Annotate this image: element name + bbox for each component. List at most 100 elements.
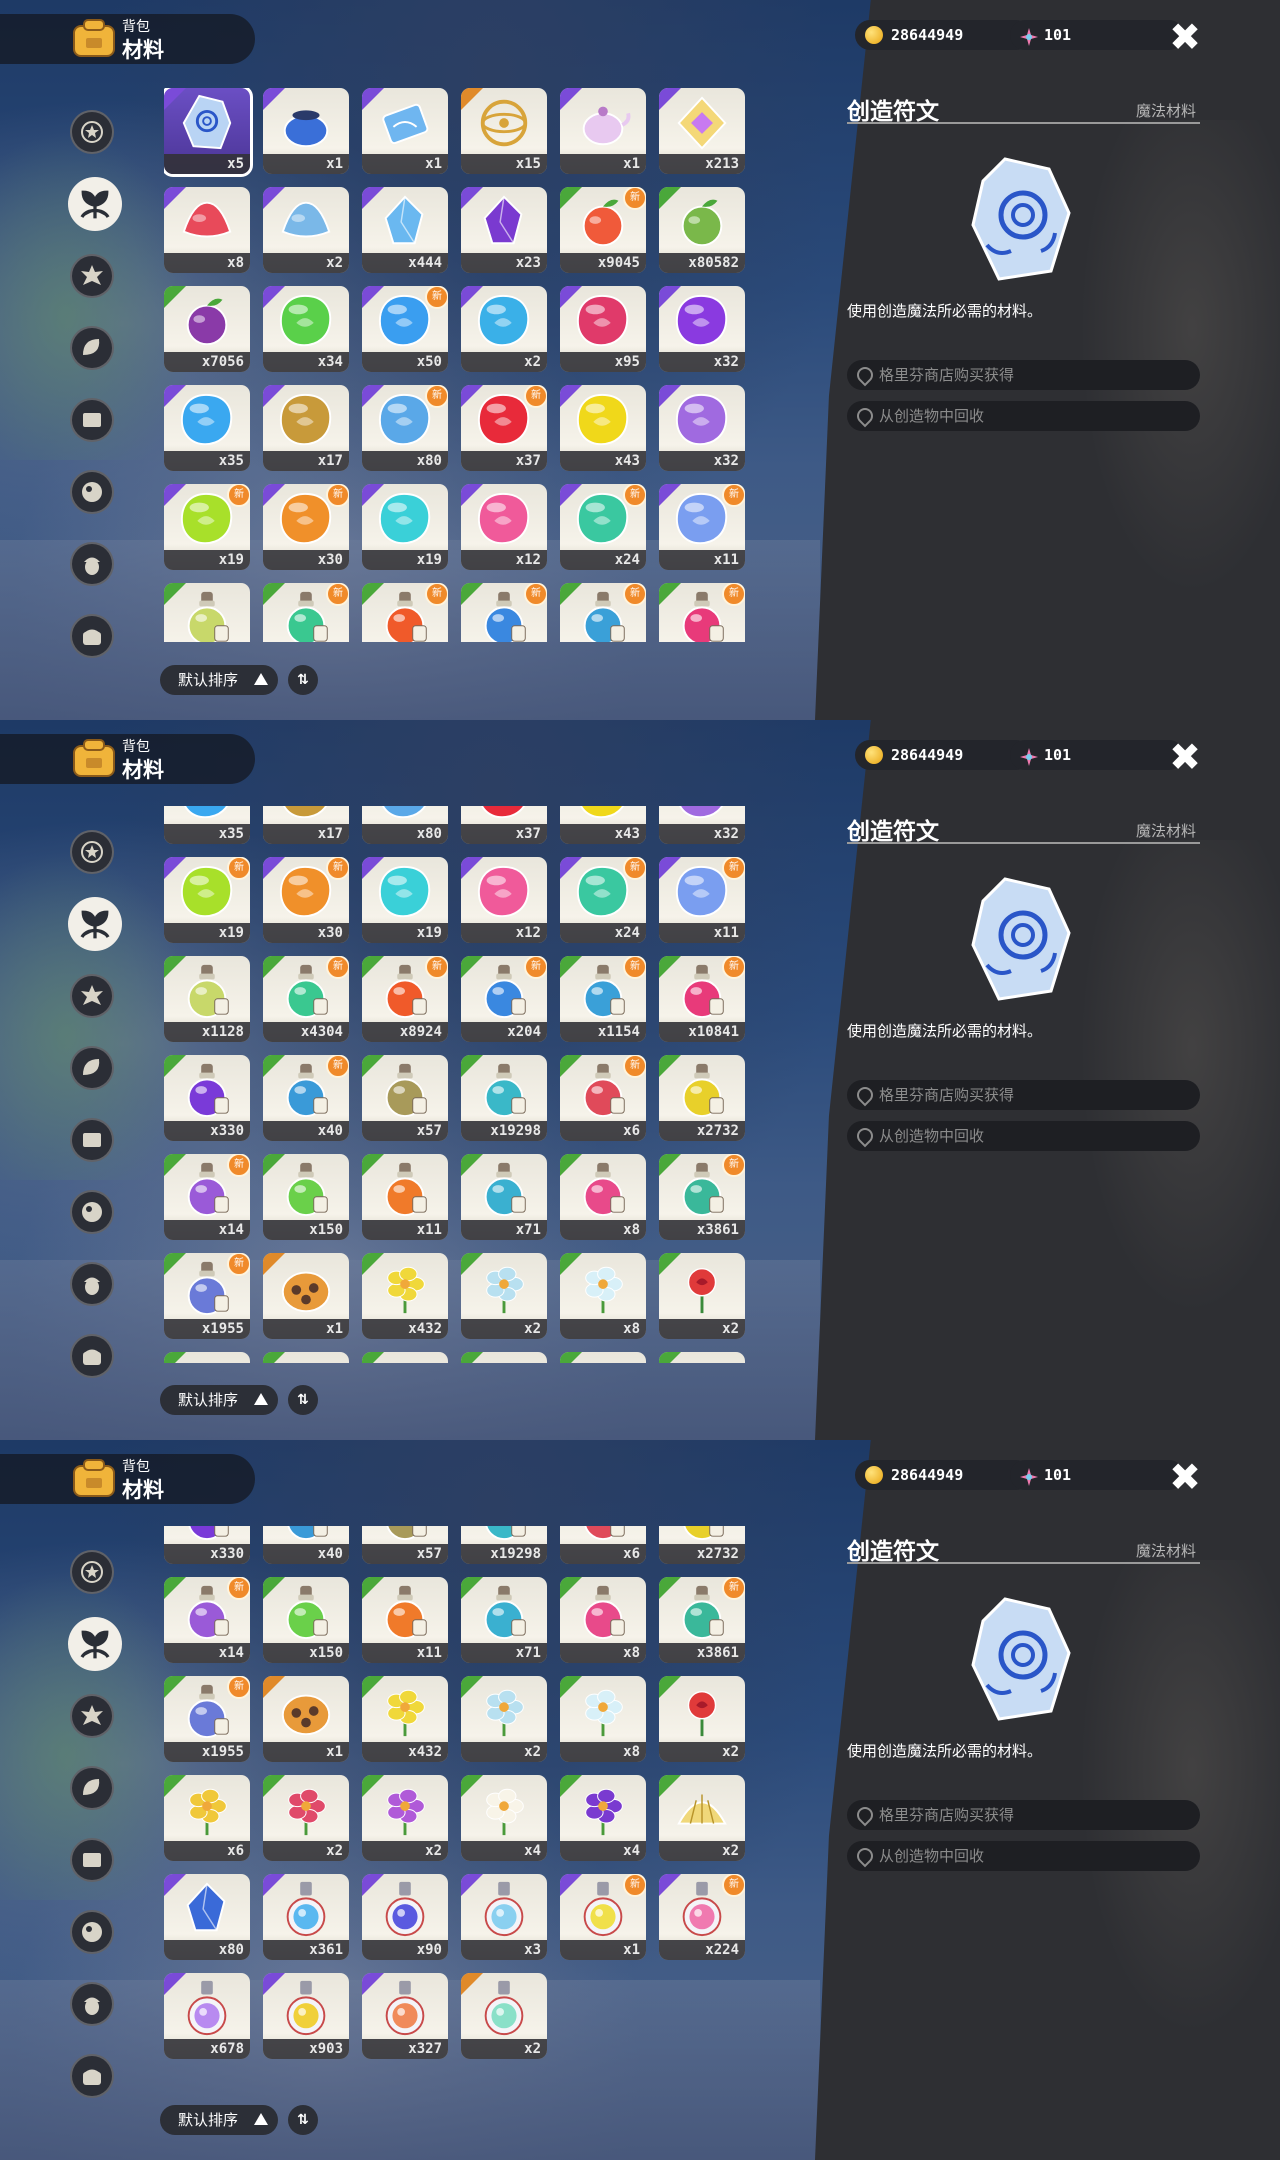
item-slot[interactable]: x15	[461, 88, 547, 174]
item-slot[interactable]: x2	[461, 286, 547, 372]
item-slot[interactable]: x150	[263, 1577, 349, 1663]
item-slot[interactable]: x11	[362, 1154, 448, 1240]
item-slot[interactable]: x4304新	[263, 956, 349, 1042]
item-slot[interactable]: x1	[362, 88, 448, 174]
item-slot[interactable]: x35	[164, 385, 250, 471]
category-seed[interactable]	[70, 326, 114, 370]
item-slot[interactable]: x80	[164, 1874, 250, 1960]
category-scroll[interactable]	[70, 1118, 114, 1162]
item-slot[interactable]: x50 新	[362, 286, 448, 372]
item-slot[interactable]: x6 新	[560, 1055, 646, 1141]
item-slot[interactable]: x5	[164, 88, 253, 177]
item-slot[interactable]: x4	[461, 1352, 547, 1363]
item-slot[interactable]: x2	[659, 1775, 745, 1861]
item-slot[interactable]: x2	[461, 1253, 547, 1339]
item-slot[interactable]: x2	[362, 1775, 448, 1861]
category-leaf[interactable]	[68, 897, 122, 951]
item-slot[interactable]: x23	[461, 187, 547, 273]
item-slot[interactable]: x71	[461, 1154, 547, 1240]
item-slot[interactable]: x6	[164, 1352, 250, 1363]
item-slot[interactable]: x40新	[263, 1526, 349, 1564]
item-slot[interactable]: x32	[659, 385, 745, 471]
item-slot[interactable]: x1154新	[560, 583, 646, 642]
sort-order-toggle[interactable]: ⇅	[288, 665, 318, 695]
item-slot[interactable]: x361	[263, 1874, 349, 1960]
category-orb[interactable]	[70, 470, 114, 514]
item-slot[interactable]: x30 新	[263, 857, 349, 943]
item-slot[interactable]: x330	[164, 1055, 250, 1141]
item-slot[interactable]: x1	[263, 88, 349, 174]
item-slot[interactable]: x330	[164, 1526, 250, 1564]
item-slot[interactable]: x2732	[659, 1055, 745, 1141]
item-slot[interactable]: x1	[560, 88, 646, 174]
item-slot[interactable]: x2	[659, 1253, 745, 1339]
item-slot[interactable]: x14 新	[164, 1154, 250, 1240]
item-slot[interactable]: x71	[461, 1577, 547, 1663]
item-slot[interactable]: x1	[263, 1676, 349, 1762]
item-slot[interactable]: x213	[659, 88, 745, 174]
item-slot[interactable]: x6	[164, 1775, 250, 1861]
item-slot[interactable]: x8	[164, 187, 250, 273]
item-slot[interactable]: x32	[659, 806, 745, 844]
category-star-badge[interactable]	[70, 1550, 114, 1594]
item-slot[interactable]: x80582	[659, 187, 745, 273]
item-slot[interactable]: x35	[164, 806, 250, 844]
item-slot[interactable]: x1955 新	[164, 1676, 250, 1762]
item-slot[interactable]: x2732	[659, 1526, 745, 1564]
item-slot[interactable]: x3861 新	[659, 1577, 745, 1663]
item-slot[interactable]: x10841 新	[659, 956, 745, 1042]
sort-dropdown[interactable]: 默认排序	[160, 665, 278, 695]
source-entry[interactable]: 从创造物中回收	[847, 401, 1200, 431]
item-slot[interactable]: x95	[560, 286, 646, 372]
item-slot[interactable]: x1154新	[560, 956, 646, 1042]
category-chest[interactable]	[70, 2054, 114, 2098]
category-star-badge[interactable]	[70, 830, 114, 874]
item-slot[interactable]: x4304新	[263, 583, 349, 642]
close-button[interactable]: ✖	[1168, 738, 1202, 776]
item-slot[interactable]: x444	[362, 187, 448, 273]
item-slot[interactable]: x17	[263, 806, 349, 844]
close-button[interactable]: ✖	[1168, 1458, 1202, 1496]
item-slot[interactable]: x8	[560, 1676, 646, 1762]
category-orb[interactable]	[70, 1910, 114, 1954]
item-slot[interactable]: x11 新	[659, 857, 745, 943]
item-slot[interactable]: x1128	[164, 956, 250, 1042]
sort-dropdown[interactable]: 默认排序	[160, 2105, 278, 2135]
close-button[interactable]: ✖	[1168, 18, 1202, 56]
item-slot[interactable]: x8	[560, 1577, 646, 1663]
category-spiky-gem[interactable]	[70, 254, 114, 298]
item-slot[interactable]: x2	[263, 1352, 349, 1363]
category-scroll[interactable]	[70, 398, 114, 442]
item-slot[interactable]: x3	[461, 1874, 547, 1960]
item-slot[interactable]: x4	[560, 1775, 646, 1861]
item-slot[interactable]: x2	[461, 1676, 547, 1762]
item-slot[interactable]: x43	[560, 806, 646, 844]
source-entry[interactable]: 格里芬商店购买获得	[847, 1080, 1200, 1110]
item-slot[interactable]: x2	[362, 1352, 448, 1363]
item-slot[interactable]: x24 新	[560, 857, 646, 943]
item-slot[interactable]: x12	[461, 857, 547, 943]
item-slot[interactable]: x1128	[164, 583, 250, 642]
item-slot[interactable]: x432	[362, 1253, 448, 1339]
item-slot[interactable]: x2	[263, 1775, 349, 1861]
item-slot[interactable]: x204 新	[461, 956, 547, 1042]
item-slot[interactable]: x90	[362, 1874, 448, 1960]
category-acorn[interactable]	[70, 1262, 114, 1306]
item-slot[interactable]: x1955 新	[164, 1253, 250, 1339]
item-slot[interactable]: x903	[263, 1973, 349, 2059]
item-slot[interactable]: x2	[263, 187, 349, 273]
item-slot[interactable]: x4	[461, 1775, 547, 1861]
item-slot[interactable]: x17	[263, 385, 349, 471]
category-chest[interactable]	[70, 1334, 114, 1378]
category-acorn[interactable]	[70, 542, 114, 586]
item-slot[interactable]: x327	[362, 1973, 448, 2059]
item-slot[interactable]: x8924新	[362, 956, 448, 1042]
item-slot[interactable]: x1	[263, 1253, 349, 1339]
item-slot[interactable]: x8	[560, 1154, 646, 1240]
item-slot[interactable]: x2	[461, 1973, 547, 2059]
item-slot[interactable]: x19 新	[164, 857, 250, 943]
sort-order-toggle[interactable]: ⇅	[288, 1385, 318, 1415]
item-slot[interactable]: x57	[362, 1055, 448, 1141]
item-slot[interactable]: x8924新	[362, 583, 448, 642]
item-slot[interactable]: x19	[362, 484, 448, 570]
